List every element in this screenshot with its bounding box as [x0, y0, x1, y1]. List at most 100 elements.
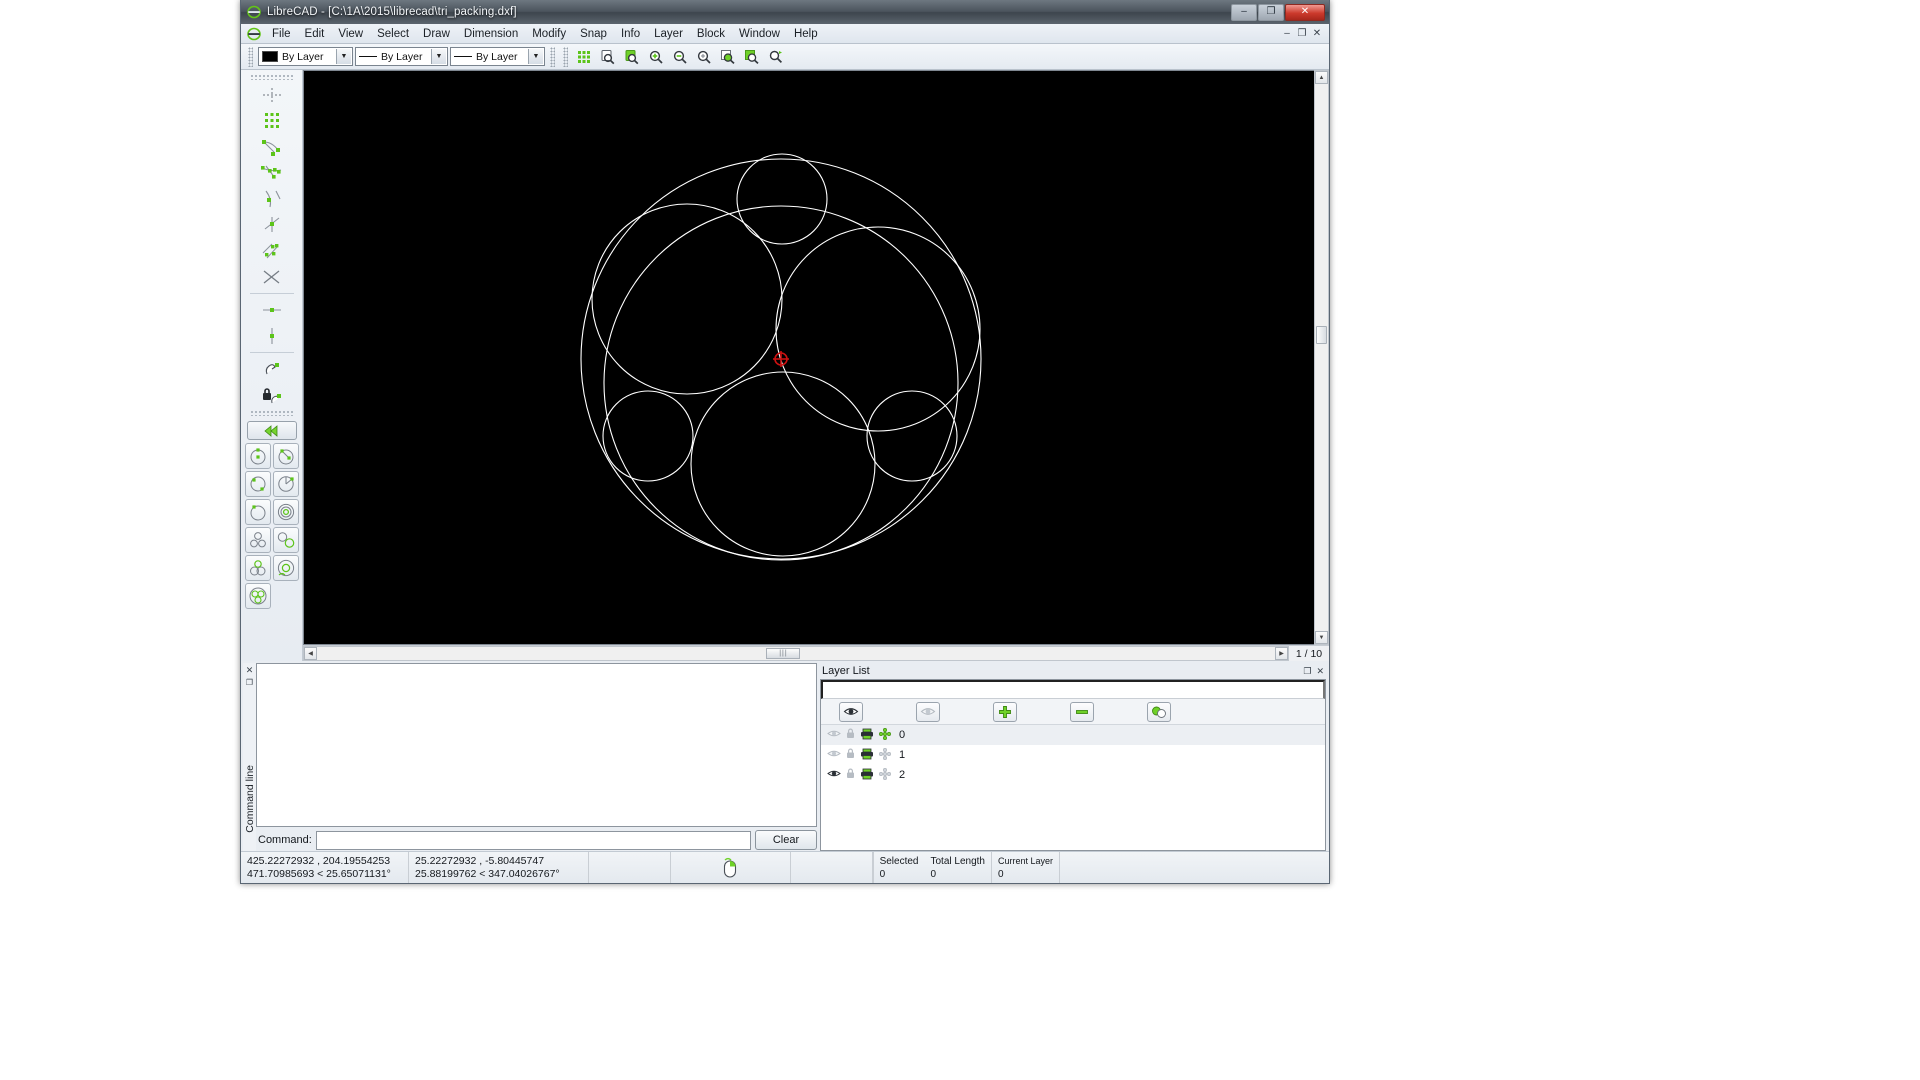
window-title-bar[interactable]: LibreCAD - [C:\1A\2015\librecad\tri_pack… — [241, 0, 1329, 24]
layer-construction-icon[interactable] — [878, 727, 892, 743]
concentric-circle-icon[interactable] — [272, 499, 299, 525]
circle-inscribed-icon[interactable] — [244, 583, 271, 609]
zoom-pan-icon[interactable] — [693, 46, 715, 68]
menu-item-select[interactable]: Select — [370, 25, 416, 43]
scroll-up-arrow[interactable]: ▲ — [1315, 71, 1328, 84]
command-dock-close-icon[interactable]: ✕ — [246, 665, 254, 675]
toolbar-grip-3[interactable] — [563, 46, 568, 67]
remove-layer-icon[interactable] — [1070, 701, 1094, 722]
circle-three-points-icon[interactable] — [244, 471, 271, 497]
pen-width-combo[interactable]: By Layer ▼ — [355, 47, 448, 66]
chevron-down-icon[interactable]: ▼ — [431, 49, 446, 64]
drawing-canvas[interactable] — [303, 70, 1314, 645]
layer-lock-icon[interactable] — [846, 728, 855, 742]
menu-item-modify[interactable]: Modify — [525, 25, 573, 43]
menu-item-file[interactable]: File — [265, 25, 298, 43]
scroll-right-arrow[interactable]: ▶ — [1275, 647, 1288, 660]
restrict-horizontal-icon[interactable] — [252, 297, 292, 323]
add-layer-icon[interactable] — [993, 701, 1017, 722]
snap-distance-icon[interactable] — [252, 238, 292, 264]
layer-print-icon[interactable] — [860, 768, 874, 783]
vertical-scrollbar[interactable]: ▲ ▼ — [1314, 70, 1329, 645]
layer-print-icon[interactable] — [860, 748, 874, 763]
horizontal-scrollbar[interactable]: ◀ ||| ▶ — [303, 646, 1289, 661]
zoom-in-icon[interactable] — [645, 46, 667, 68]
snap-free-icon[interactable] — [252, 82, 292, 108]
snap-endpoint-icon[interactable] — [252, 134, 292, 160]
zoom-panzoom-icon[interactable] — [765, 46, 787, 68]
mdi-close-button[interactable]: ✕ — [1311, 28, 1323, 39]
menu-item-block[interactable]: Block — [690, 25, 732, 43]
menu-item-help[interactable]: Help — [787, 25, 825, 43]
command-history[interactable] — [256, 663, 817, 827]
table-row[interactable]: 1 — [821, 745, 1325, 765]
layer-print-icon[interactable] — [860, 728, 874, 743]
toolbar-grip[interactable] — [248, 46, 253, 67]
scroll-down-arrow[interactable]: ▼ — [1315, 631, 1328, 644]
snap-toolbar-grip[interactable] — [249, 74, 294, 80]
mdi-restore-button[interactable]: ❐ — [1296, 28, 1308, 39]
minimize-button[interactable]: – — [1231, 3, 1257, 21]
maximize-button[interactable]: ❐ — [1258, 3, 1284, 21]
edit-layer-icon[interactable] — [1147, 701, 1171, 722]
menu-item-edit[interactable]: Edit — [298, 25, 332, 43]
close-button[interactable]: ✕ — [1285, 3, 1325, 21]
lock-relative-zero-icon[interactable] — [252, 382, 292, 408]
circle-center-point-icon[interactable] — [244, 443, 271, 469]
zoom-window-icon[interactable] — [597, 46, 619, 68]
circle-toolbar-grip[interactable] — [249, 410, 294, 416]
hide-all-layers-icon[interactable] — [916, 701, 940, 722]
show-all-layers-icon[interactable] — [839, 701, 863, 722]
layer-construction-icon[interactable] — [878, 767, 892, 783]
menu-item-view[interactable]: View — [331, 25, 370, 43]
menu-item-info[interactable]: Info — [614, 25, 647, 43]
table-row[interactable]: 0 — [821, 725, 1325, 745]
toolbar-grip-2[interactable] — [550, 46, 555, 67]
circle-toolbar-back-button[interactable] — [246, 421, 297, 440]
circle-two-points-radius-icon[interactable] — [244, 499, 271, 525]
pen-linetype-combo[interactable]: By Layer ▼ — [450, 47, 545, 66]
layer-construction-icon[interactable] — [878, 747, 892, 763]
snap-on-entity-icon[interactable] — [252, 160, 292, 186]
circle-center-radius-icon[interactable] — [272, 471, 299, 497]
layer-visibility-icon[interactable] — [827, 748, 841, 762]
relative-zero-icon[interactable] — [252, 356, 292, 382]
pen-color-combo[interactable]: By Layer ▼ — [258, 47, 353, 66]
menu-item-dimension[interactable]: Dimension — [457, 25, 525, 43]
horizontal-scroll-thumb[interactable]: ||| — [766, 648, 801, 659]
menu-item-layer[interactable]: Layer — [647, 25, 690, 43]
layer-lock-icon[interactable] — [846, 748, 855, 762]
snap-intersection-icon[interactable] — [252, 264, 292, 290]
zoom-redraw-icon[interactable] — [741, 46, 763, 68]
grid-icon[interactable] — [573, 46, 595, 68]
layer-dock-close-icon[interactable]: ✕ — [1316, 666, 1324, 677]
vertical-scroll-thumb[interactable] — [1316, 326, 1327, 344]
zoom-out-icon[interactable] — [669, 46, 691, 68]
snap-grid-icon[interactable] — [252, 108, 292, 134]
zoom-previous-icon[interactable] — [717, 46, 739, 68]
chevron-down-icon[interactable]: ▼ — [528, 49, 543, 64]
menu-item-window[interactable]: Window — [732, 25, 787, 43]
restrict-vertical-icon[interactable] — [252, 323, 292, 349]
chevron-down-icon[interactable]: ▼ — [336, 49, 351, 64]
circle-two-points-icon[interactable] — [272, 443, 299, 469]
zoom-auto-icon[interactable] — [621, 46, 643, 68]
clear-button[interactable]: Clear — [755, 830, 817, 850]
layer-filter-input[interactable] — [821, 680, 1325, 699]
layer-lock-icon[interactable] — [846, 768, 855, 782]
mdi-minimize-button[interactable]: – — [1281, 28, 1293, 39]
menu-item-draw[interactable]: Draw — [416, 25, 457, 43]
circle-tangential-point-icon[interactable] — [244, 555, 271, 581]
menu-item-snap[interactable]: Snap — [573, 25, 614, 43]
layer-visibility-icon[interactable] — [827, 768, 841, 782]
layer-dock-undock-icon[interactable]: ❐ — [1303, 666, 1311, 677]
command-dock-undock-icon[interactable]: ❐ — [246, 678, 253, 687]
snap-middle-icon[interactable] — [252, 212, 292, 238]
table-row[interactable]: 2 — [821, 765, 1325, 785]
layer-visibility-icon[interactable] — [827, 728, 841, 742]
command-input[interactable] — [315, 830, 751, 850]
scroll-left-arrow[interactable]: ◀ — [304, 647, 317, 660]
circle-tangential-2-icon[interactable] — [272, 527, 299, 553]
circle-tangential-3-icon[interactable] — [244, 527, 271, 553]
snap-center-icon[interactable] — [252, 186, 292, 212]
